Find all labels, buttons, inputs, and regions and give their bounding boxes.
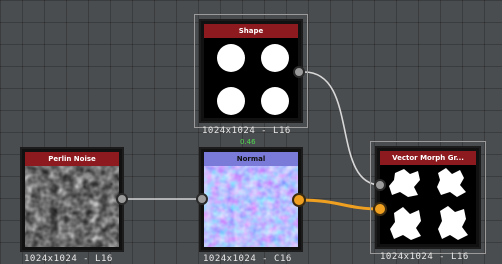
normal-input-port[interactable] [196,193,208,205]
node-title: Shape [204,24,298,38]
shape-preview-thumbnail [204,38,298,118]
link-normal-to-vector-morph[interactable] [298,198,382,211]
shape-output-port[interactable] [293,66,305,78]
node-resolution: 1024x1024 - L16 [380,252,469,262]
normal-parameter-label: 0.46 [240,138,256,146]
node-resolution: 1024x1024 - C16 [203,254,292,264]
node-resolution: 1024x1024 - L16 [24,254,113,264]
vector-morph-preview-thumbnail [380,165,476,244]
vector-morph-input-port-vector[interactable] [373,202,387,216]
normal-map-preview-thumbnail [204,166,298,247]
node-title: Vector Morph Gr... [380,151,476,165]
node-title: Perlin Noise [25,152,119,166]
node-resolution: 1024x1024 - L16 [202,126,291,136]
node-title: Normal [204,152,298,166]
perlin-noise-preview-thumbnail [25,166,119,247]
node-vector-morph-grayscale[interactable]: Vector Morph Gr... [370,141,486,254]
node-normal[interactable]: Normal [199,147,303,252]
node-shape[interactable]: Shape [194,14,308,128]
node-perlin-noise[interactable]: Perlin Noise [20,147,124,252]
vector-morph-input-port-source[interactable] [374,179,386,191]
perlin-noise-output-port[interactable] [116,193,128,205]
link-shape-to-vector-morph[interactable] [303,71,382,186]
normal-output-port[interactable] [292,193,306,207]
